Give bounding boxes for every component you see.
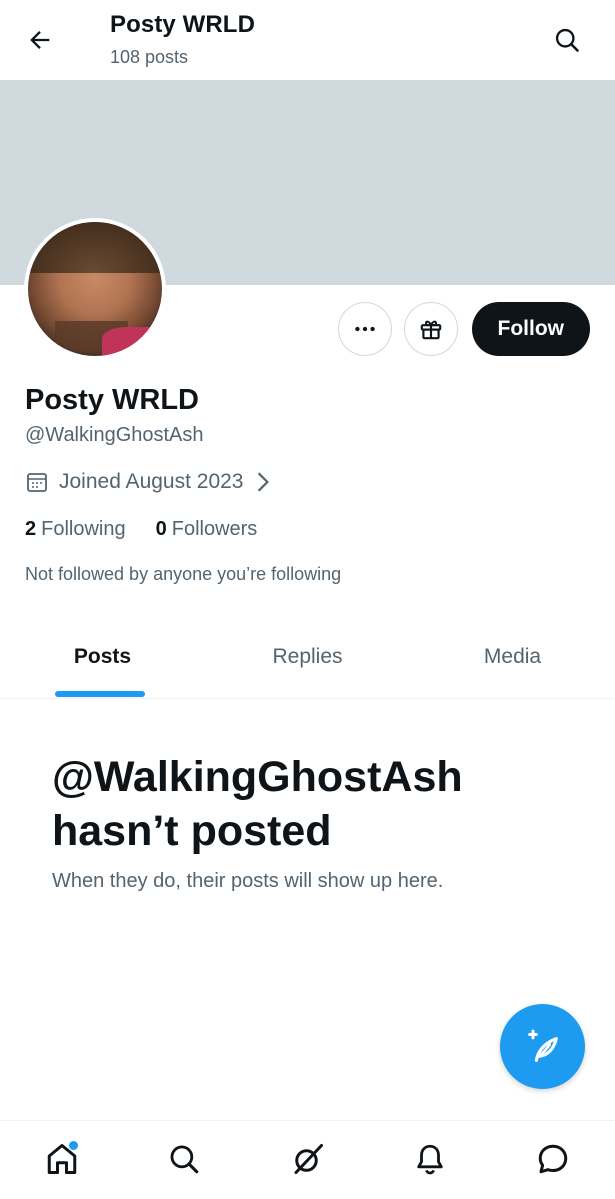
follow-counts: 2 Following 0 Followers <box>25 518 257 541</box>
nav-home[interactable] <box>40 1137 84 1181</box>
search-icon <box>555 28 579 52</box>
back-button[interactable] <box>22 22 58 58</box>
search-button[interactable] <box>549 22 585 58</box>
not-followed-text: Not followed by anyone you’re following <box>25 564 342 584</box>
empty-state-subtitle: When they do, their posts will show up h… <box>52 870 444 892</box>
followers-count: 0 <box>155 518 167 540</box>
avatar[interactable] <box>24 218 166 360</box>
tab-posts[interactable]: Posts <box>0 630 205 698</box>
follow-button[interactable]: Follow <box>471 302 590 356</box>
gift-icon <box>420 320 441 340</box>
top-bar: Posty WRLD 108 posts <box>0 0 615 80</box>
nav-grok[interactable] <box>286 1137 330 1181</box>
profile-handle: @WalkingGhostAsh <box>25 424 204 446</box>
chevron-right-icon <box>257 472 269 492</box>
compose-post-button[interactable] <box>500 1004 585 1089</box>
joined-label: Joined August 2023 <box>59 470 244 493</box>
calendar-icon <box>27 473 47 492</box>
home-notification-dot <box>69 1141 78 1150</box>
grok-icon <box>294 1144 323 1174</box>
following-label: Following <box>41 518 126 540</box>
followers-link[interactable]: 0 Followers <box>156 518 258 541</box>
chat-bubble-icon <box>538 1144 568 1174</box>
empty-state-title: @WalkingGhostAsh hasn’t posted <box>52 753 463 855</box>
more-horizontal-icon <box>354 326 375 332</box>
nav-search[interactable] <box>162 1137 206 1181</box>
compose-feather-icon <box>527 1029 558 1062</box>
profile-name: Posty WRLD <box>25 384 199 416</box>
nav-messages[interactable] <box>531 1137 575 1181</box>
avatar-image <box>28 222 162 356</box>
header-title: Posty WRLD <box>110 11 255 38</box>
tab-media[interactable]: Media <box>410 630 615 698</box>
gift-button[interactable] <box>403 302 458 356</box>
active-tab-indicator <box>55 691 145 697</box>
header-post-count: 108 posts <box>110 47 189 67</box>
following-count: 2 <box>25 518 37 540</box>
joined-date[interactable]: Joined August 2023 <box>25 470 272 494</box>
more-button[interactable] <box>337 302 392 356</box>
search-icon <box>170 1145 199 1174</box>
arrow-left-icon <box>30 31 50 49</box>
bell-icon <box>417 1144 443 1175</box>
profile-actions: Follow <box>337 302 590 356</box>
following-link[interactable]: 2 Following <box>25 518 126 541</box>
followers-label: Followers <box>171 518 258 540</box>
nav-notifications[interactable] <box>408 1137 452 1181</box>
profile-tabs: Posts Replies Media <box>0 630 615 699</box>
tab-replies[interactable]: Replies <box>205 630 410 698</box>
bottom-nav <box>0 1120 615 1199</box>
